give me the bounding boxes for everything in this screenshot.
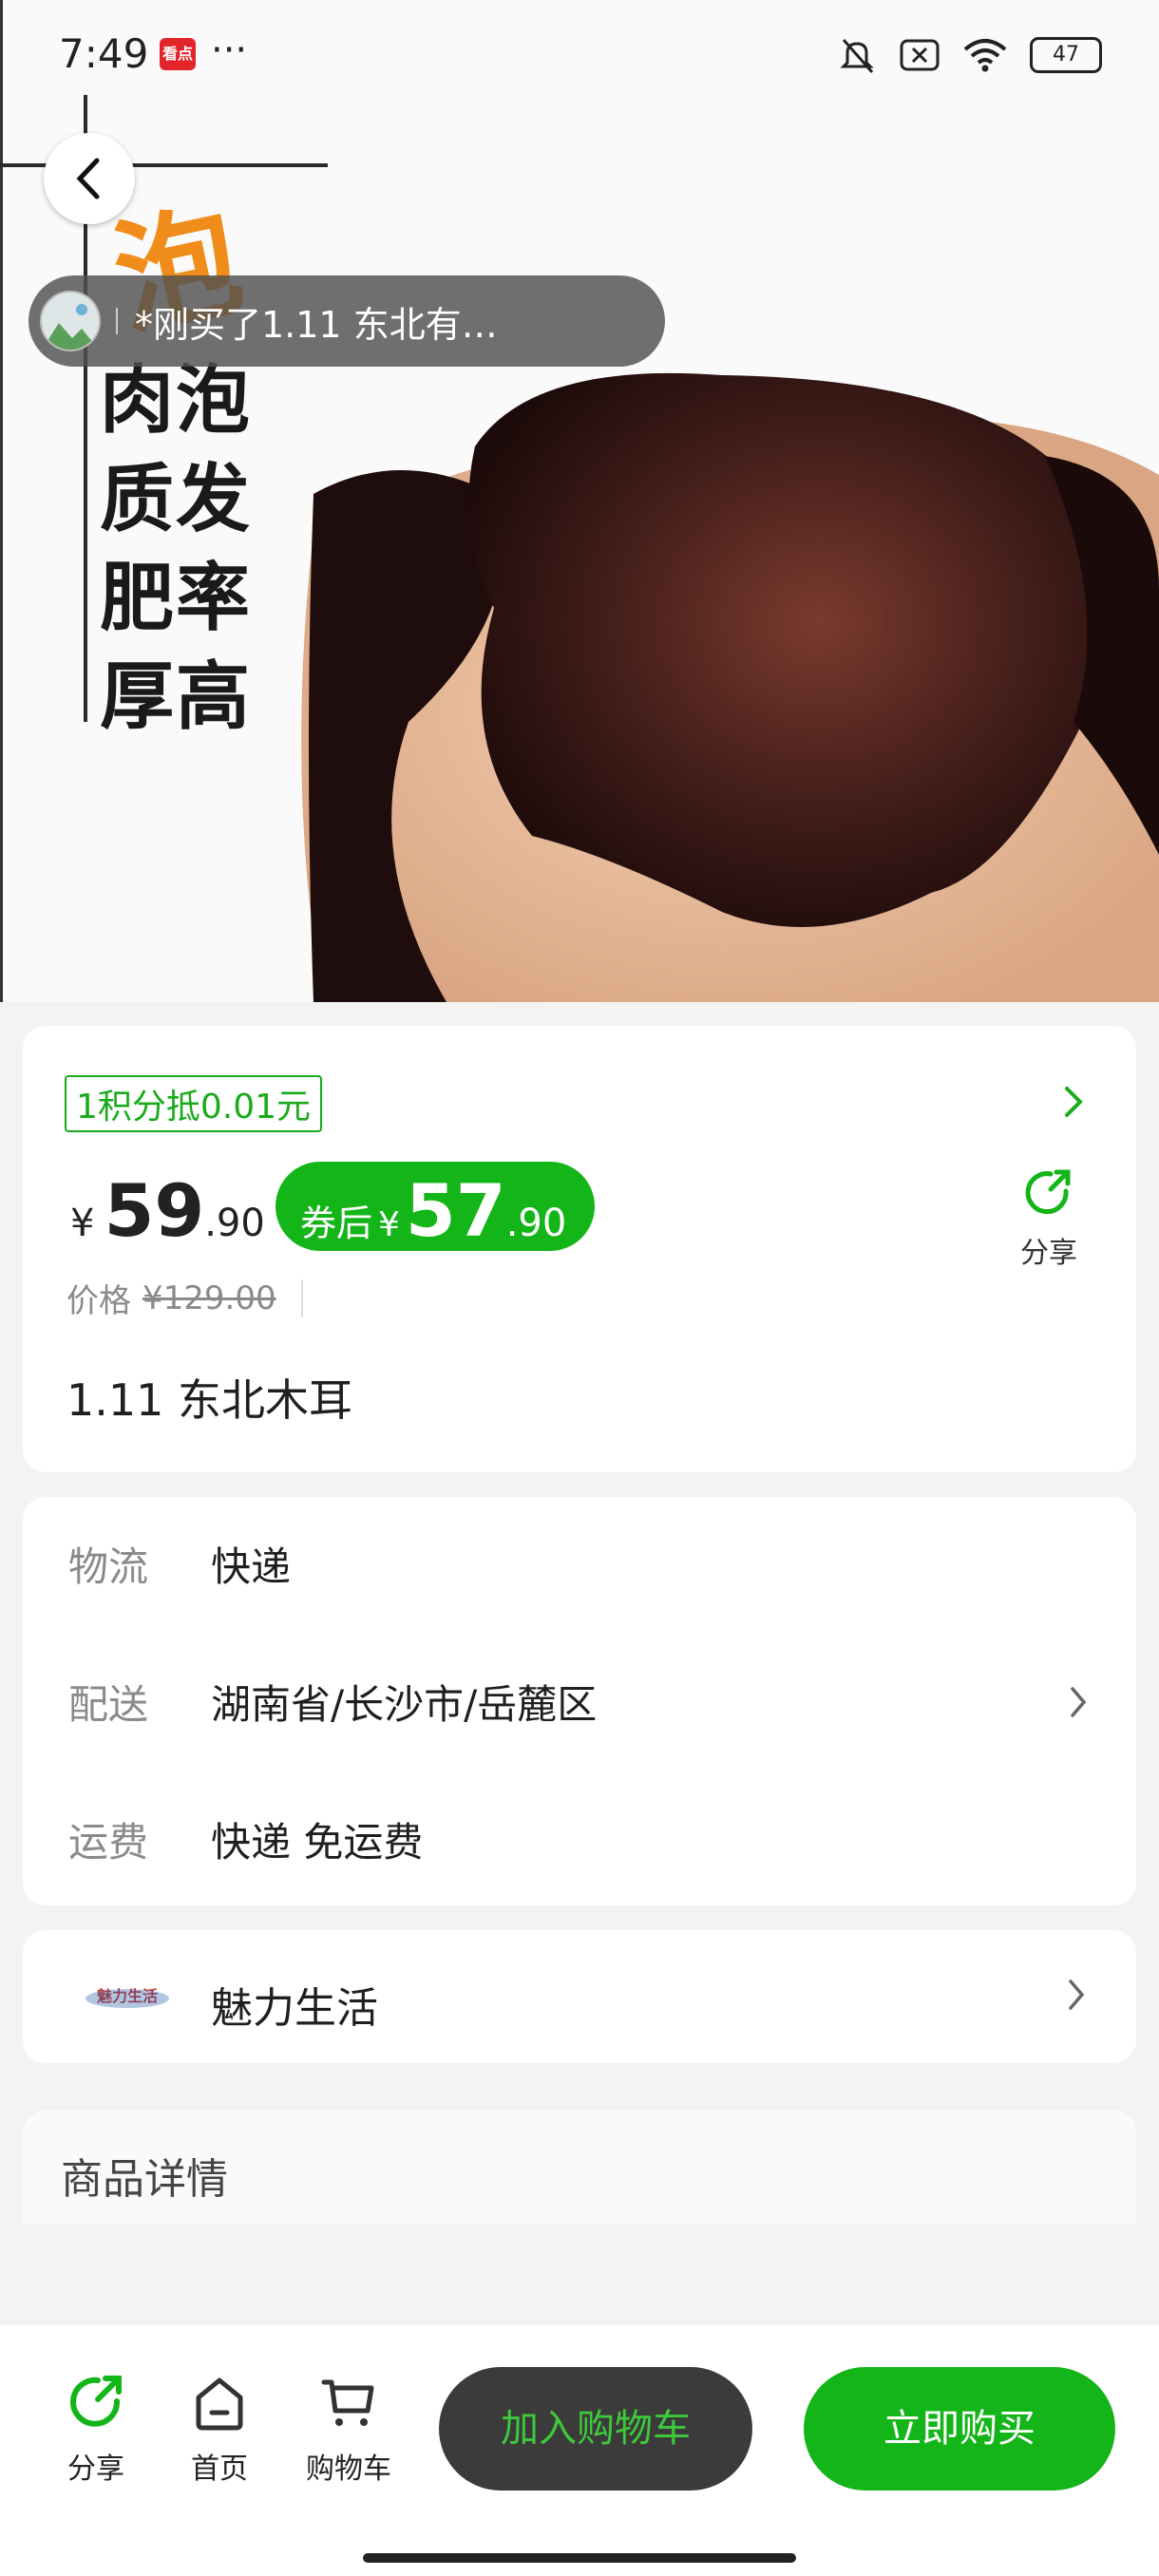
delivery-label: 配送 [68,1681,149,1728]
share-icon [70,2376,122,2427]
wifi-icon [963,39,1007,72]
divider [300,1279,303,1317]
chevron-left-icon [76,158,100,199]
chevron-right-icon [1065,1087,1083,1117]
product-title: 1.11 东北木耳 [66,1374,353,1426]
home-button[interactable]: 首页 [167,2373,272,2487]
store-logo: 魅力生活 [80,1974,175,2019]
price-card: 1积分抵0.01元 ¥ 59 .90 券后 ¥ 57 .90 分享 价格 ¥12… [23,1026,1136,1472]
store-chevron [1066,1978,1087,2016]
original-price-value: ¥129.00 [142,1279,276,1317]
current-price: ¥ 59 .90 [70,1168,265,1253]
add-to-cart-button[interactable]: 加入购物车 [439,2367,752,2491]
original-price: 价格 ¥129.00 [66,1275,303,1321]
battery-icon: 47 [1030,37,1102,73]
product-detail-section: 商品详情 [23,2111,1136,2225]
buy-now-button[interactable]: 立即购买 [804,2367,1115,2491]
sim-off-icon [900,39,940,71]
delivery-row[interactable]: 配送 湖南省/长沙市/岳麓区 [68,1673,1089,1731]
delivery-address: 湖南省/长沙市/岳麓区 [211,1681,598,1728]
freight-value: 快递 免运费 [211,1819,424,1866]
status-bar: 7:49 看点 ··· 47 [0,0,1159,112]
freight-label: 运费 [68,1819,149,1866]
home-label: 首页 [191,2453,248,2486]
logistics-value: 快递 [211,1544,292,1590]
store-name: 魅力生活 [211,1984,378,2033]
store-row[interactable]: 魅力生活 魅力生活 [23,1930,1136,2063]
share-button[interactable]: 分享 [1011,1166,1087,1271]
bottom-action-bar: 分享 首页 购物车 加入购物车 立即购买 [0,2325,1159,2576]
share-label: 分享 [1020,1237,1077,1270]
mute-bell-icon [840,39,874,73]
status-time: 7:49 [59,30,149,77]
more-notifications-icon: ··· [211,28,248,72]
cart-label: 购物车 [306,2453,391,2486]
ticker-divider [116,308,118,334]
shipping-info-card: 物流 快递 配送 湖南省/长沙市/岳麓区 运费 快递 免运费 [23,1497,1136,1905]
buyer-avatar [40,291,101,351]
home-indicator[interactable] [363,2553,796,2563]
logistics-label: 物流 [68,1544,149,1590]
purchase-ticker: *刚买了1.11 东北有… [28,275,665,367]
freight-row: 运费 快递 免运费 [68,1810,1089,1868]
product-image[interactable]: 泡 肉泡 质发 肥率 厚高 7:49 看点 ··· 47 *刚买了1.11 东北… [0,0,1159,1002]
share-icon [1025,1169,1071,1215]
logistics-row: 物流 快递 [68,1535,1089,1593]
bottom-share-button[interactable]: 分享 [44,2373,148,2487]
detail-title: 商品详情 [61,2155,228,2204]
points-chevron[interactable] [1062,1085,1085,1123]
cart-icon [321,2379,374,2426]
back-button[interactable] [44,133,135,224]
chevron-right-icon [1069,1979,1085,2010]
points-badge[interactable]: 1积分抵0.01元 [65,1075,323,1132]
original-price-label: 价格 [66,1282,131,1320]
coupon-price-badge: 券后 ¥ 57 .90 [276,1162,596,1253]
home-icon [196,2377,243,2431]
product-photo [301,372,1159,1002]
app-notification-icon: 看点 [160,38,196,70]
share-label: 分享 [67,2453,124,2486]
ticker-text: *刚买了1.11 东北有… [135,303,498,346]
chevron-right-icon [1071,1686,1087,1717]
cart-button[interactable]: 购物车 [296,2373,401,2487]
status-icons: 47 [836,34,1102,76]
